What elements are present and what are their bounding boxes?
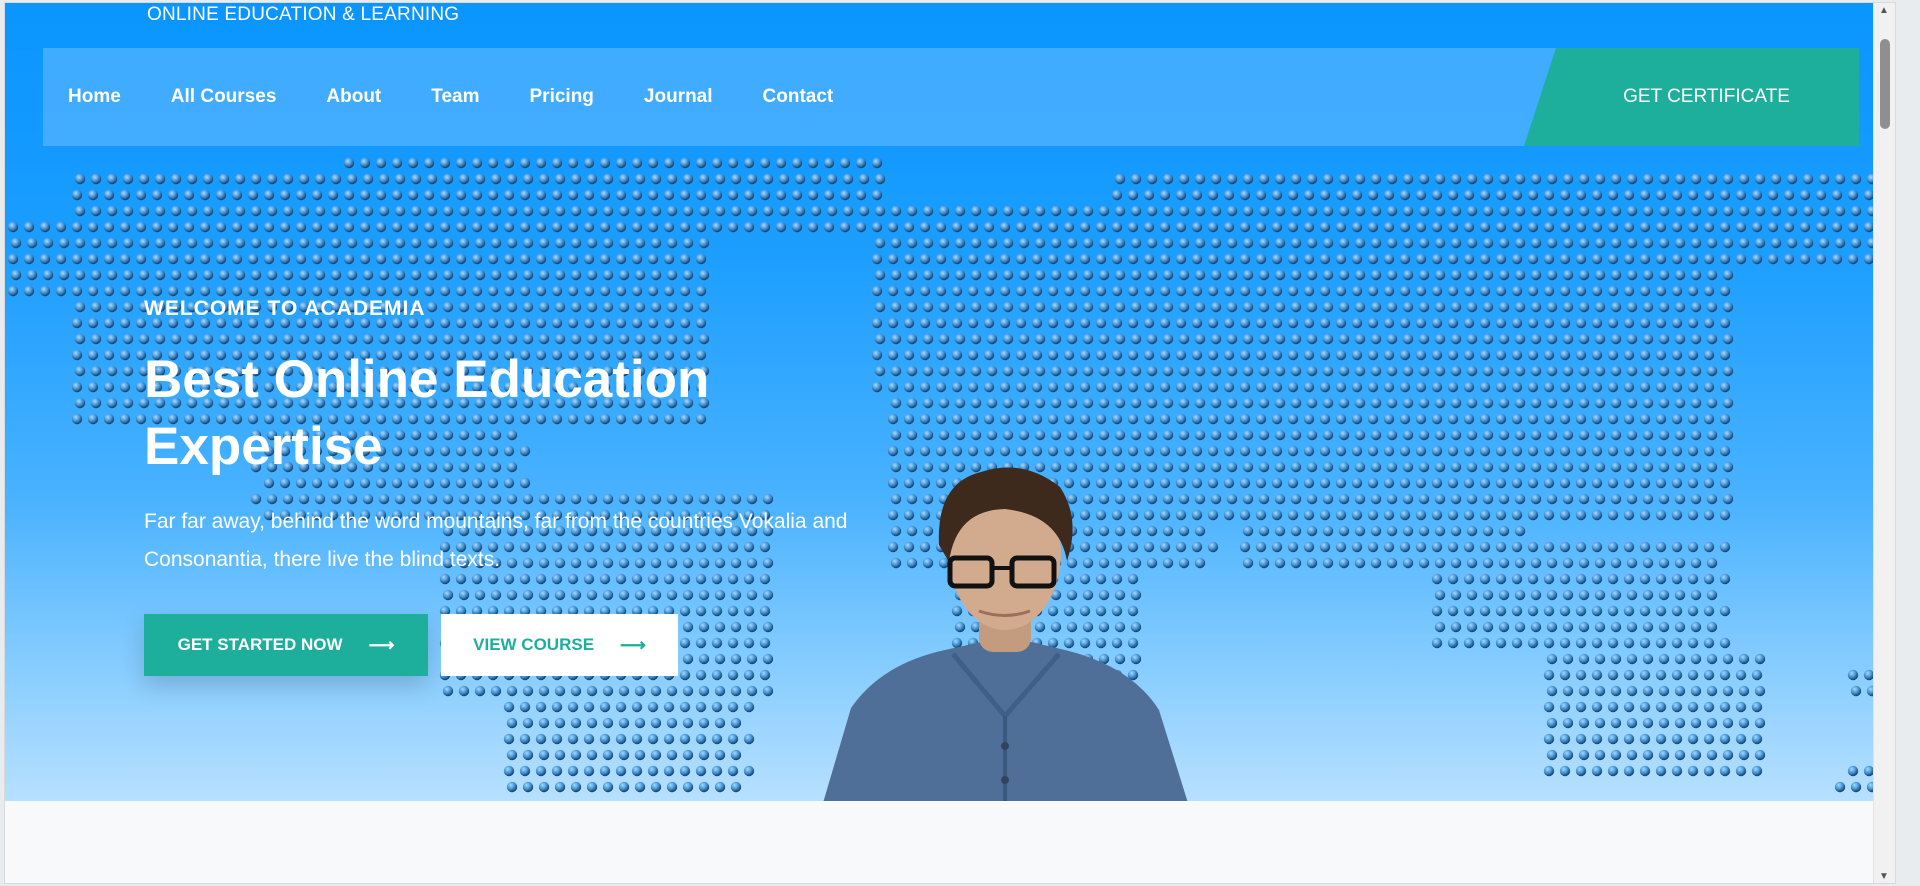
scroll-up-arrow-icon[interactable]: ▲: [1879, 6, 1889, 16]
get-started-button[interactable]: GET STARTED NOW ⟶: [144, 614, 428, 676]
nav-contact[interactable]: Contact: [763, 86, 834, 108]
hero-headline: Best Online Education Expertise: [144, 346, 964, 480]
main-navbar: Home All Courses About Team Pricing Journal Co…: [43, 48, 1859, 146]
scrollbar-thumb[interactable]: [1880, 39, 1890, 129]
nav-pricing[interactable]: Pricing: [530, 86, 594, 108]
hero-section: ONLINE EDUCATION & LEARNING Home All Cour…: [5, 3, 1895, 801]
nav-links: Home All Courses About Team Pricing Journal Co…: [68, 48, 883, 146]
hero-buttons: GET STARTED NOW ⟶ VIEW COURSE ⟶: [144, 614, 964, 676]
browser-viewport: ONLINE EDUCATION & LEARNING Home All Cour…: [4, 2, 1896, 884]
long-arrow-right-icon: ⟶: [620, 634, 646, 655]
hero-kicker: WELCOME TO ACADEMIA: [144, 297, 426, 320]
get-started-label: GET STARTED NOW: [177, 635, 343, 654]
get-certificate-button[interactable]: GET CERTIFICATE: [1524, 48, 1859, 146]
hero-content: WELCOME TO ACADEMIA Best Online Educatio…: [144, 297, 964, 676]
hero-headline-line-1: Best Online Education: [144, 350, 710, 409]
hero-description: Far far away, behind the word mountains,…: [144, 510, 848, 571]
nav-team[interactable]: Team: [431, 86, 479, 108]
nav-journal[interactable]: Journal: [644, 86, 713, 108]
vertical-scrollbar[interactable]: ▲ ▼: [1873, 3, 1895, 883]
nav-home[interactable]: Home: [68, 86, 121, 108]
site-tagline: ONLINE EDUCATION & LEARNING: [147, 4, 460, 25]
scroll-down-arrow-icon[interactable]: ▼: [1879, 872, 1889, 882]
view-course-button[interactable]: VIEW COURSE ⟶: [441, 614, 678, 676]
get-certificate-label: GET CERTIFICATE: [1623, 86, 1790, 107]
hero-headline-line-2: Expertise: [144, 417, 383, 476]
nav-about[interactable]: About: [326, 86, 381, 108]
view-course-label: VIEW COURSE: [473, 635, 595, 654]
long-arrow-right-icon: ⟶: [368, 634, 395, 655]
nav-all-courses[interactable]: All Courses: [171, 86, 277, 108]
